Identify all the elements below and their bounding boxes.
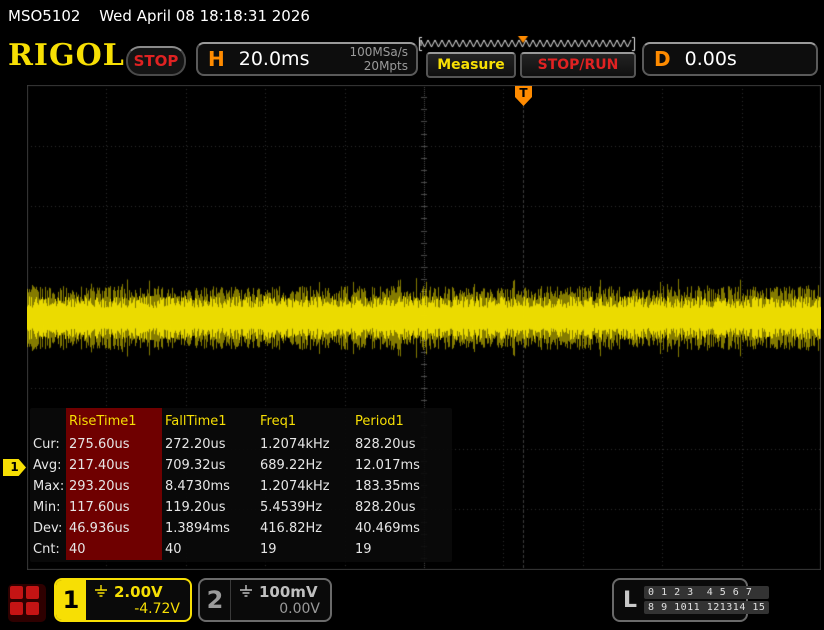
menu-grid-icon: [26, 586, 39, 599]
measurement-value: 272.20us: [162, 434, 257, 455]
row-label: Cnt:: [30, 539, 66, 560]
delay-settings-box[interactable]: D 0.00s: [642, 42, 818, 76]
logic-analyzer-status-box[interactable]: L 0 1 2 3 4 5 6 7 8 9 1011 121314 15: [612, 578, 748, 622]
measurement-header: FallTime1: [162, 408, 257, 434]
digital-channels-row1: 0 1 2 3 4 5 6 7: [644, 586, 769, 599]
stop-run-button[interactable]: STOP/RUN: [520, 52, 636, 78]
top-status-bar: MSO5102 Wed April 08 18:18:31 2026: [0, 0, 824, 32]
measurement-value: 40: [66, 539, 162, 560]
channel1-offset: -4.72V: [94, 601, 180, 617]
measurement-value: 1.2074kHz: [257, 434, 352, 455]
timebase-value: 20.0ms: [239, 48, 350, 70]
measurement-value: 828.20us: [352, 497, 447, 518]
waveform-preview-strip[interactable]: [418, 36, 636, 52]
channel1-number: 1: [56, 580, 86, 620]
menu-grid-icon: [26, 602, 39, 615]
measurement-value: 275.60us: [66, 434, 162, 455]
rigol-logo: RIGOL: [8, 38, 125, 73]
measurement-corner: [30, 408, 66, 434]
measurement-value: 46.936us: [66, 518, 162, 539]
measurement-value: 1.3894ms: [162, 518, 257, 539]
ground-coupling-icon: [239, 583, 253, 601]
channel1-offset-marker[interactable]: 1: [3, 459, 26, 476]
memory-depth: 20Mpts: [364, 59, 408, 73]
measurement-panel[interactable]: RiseTime1 FallTime1 Freq1 Period1 Cur: 2…: [30, 408, 452, 562]
measurement-value: 293.20us: [66, 476, 162, 497]
sample-rate: 100MSa/s: [349, 45, 408, 59]
row-label: Avg:: [30, 455, 66, 476]
measurement-value: 117.60us: [66, 497, 162, 518]
measurement-value: 709.32us: [162, 455, 257, 476]
measurement-header: Period1: [352, 408, 447, 434]
channel2-scale: 100mV: [259, 583, 318, 601]
measurement-value: 416.82Hz: [257, 518, 352, 539]
run-state-badge: STOP: [126, 46, 186, 76]
measurement-value: 119.20us: [162, 497, 257, 518]
logic-analyzer-label: L: [623, 588, 637, 613]
row-label: Cur:: [30, 434, 66, 455]
measure-button[interactable]: Measure: [426, 52, 516, 78]
measurement-value: 12.017ms: [352, 455, 447, 476]
horizontal-settings-box[interactable]: H 20.0ms 100MSa/s 20Mpts: [196, 42, 418, 76]
measurement-value: 40.469ms: [352, 518, 447, 539]
datetime: Wed April 08 18:18:31 2026: [99, 7, 310, 25]
measurement-value: 1.2074kHz: [257, 476, 352, 497]
oscilloscope-screen: MSO5102 Wed April 08 18:18:31 2026 RIGOL…: [0, 0, 824, 630]
measurement-value: 217.40us: [66, 455, 162, 476]
row-label: Max:: [30, 476, 66, 497]
measurement-value: 8.4730ms: [162, 476, 257, 497]
measurement-value: 5.4539Hz: [257, 497, 352, 518]
row-label: Dev:: [30, 518, 66, 539]
menu-grid-icon: [10, 586, 23, 599]
acquisition-info: 100MSa/s 20Mpts: [349, 45, 408, 73]
ground-coupling-icon: [94, 583, 108, 601]
delay-label: D: [654, 47, 671, 71]
measurement-header: RiseTime1: [66, 408, 162, 434]
channel1-status-box[interactable]: 1 2.00V -4.72V: [54, 578, 192, 622]
channel1-scale: 2.00V: [114, 583, 163, 601]
measurement-value: 19: [257, 539, 352, 560]
horizontal-label: H: [208, 47, 225, 71]
channel2-offset: 0.00V: [239, 601, 320, 617]
measurement-value: 183.35ms: [352, 476, 447, 497]
measurement-header: Freq1: [257, 408, 352, 434]
channel2-number: 2: [200, 580, 231, 620]
menu-grid-button[interactable]: [8, 584, 46, 622]
channel2-status-box[interactable]: 2 100mV 0.00V: [198, 578, 332, 622]
digital-channels-row2: 8 9 1011 121314 15: [644, 601, 769, 614]
menu-grid-icon: [10, 602, 23, 615]
measurement-value: 19: [352, 539, 447, 560]
delay-value: 0.00s: [685, 48, 816, 70]
measurement-value: 689.22Hz: [257, 455, 352, 476]
measurement-value: 828.20us: [352, 434, 447, 455]
row-label: Min:: [30, 497, 66, 518]
measurement-value: 40: [162, 539, 257, 560]
model-name: MSO5102: [8, 7, 80, 25]
